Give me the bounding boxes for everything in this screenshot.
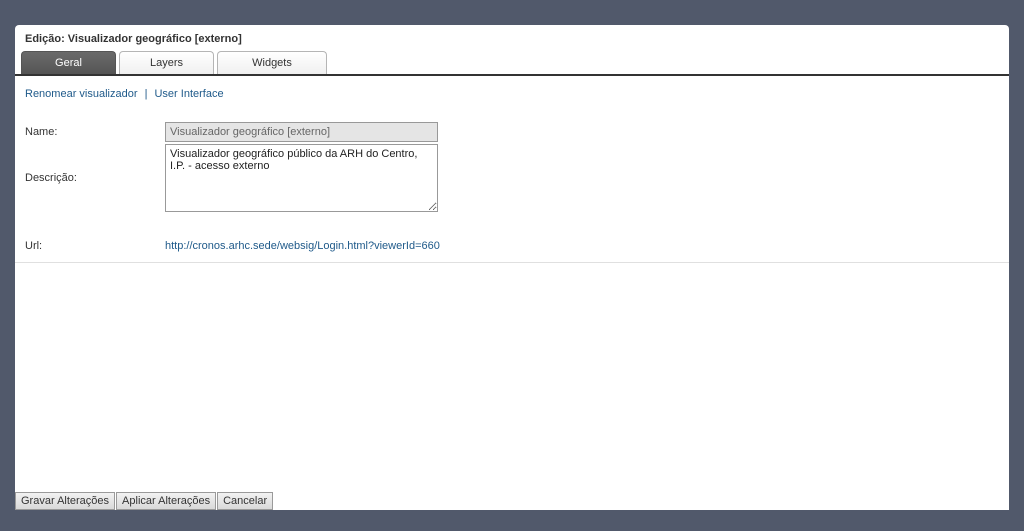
url-link[interactable]: http://cronos.arhc.sede/websig/Login.htm…	[165, 240, 440, 252]
tab-layers[interactable]: Layers	[119, 51, 214, 74]
user-interface-link[interactable]: User Interface	[154, 88, 223, 100]
cancel-button[interactable]: Cancelar	[217, 492, 273, 510]
row-name: Name:	[25, 122, 999, 142]
apply-button[interactable]: Aplicar Alterações	[116, 492, 216, 510]
description-textarea[interactable]	[165, 144, 438, 212]
edit-panel: Edição: Visualizador geográfico [externo…	[15, 25, 1009, 510]
form: Name: Descrição:	[15, 112, 1009, 222]
button-bar: Gravar Alterações Aplicar Alterações Can…	[15, 492, 273, 510]
tab-geral[interactable]: Geral	[21, 51, 116, 74]
divider	[15, 262, 1009, 263]
tab-bar: Geral Layers Widgets	[15, 51, 1009, 76]
description-label: Descrição:	[25, 144, 165, 184]
row-url: Url: http://cronos.arhc.sede/websig/Logi…	[15, 222, 1009, 262]
save-button[interactable]: Gravar Alterações	[15, 492, 115, 510]
sub-toolbar: Renomear visualizador | User Interface	[15, 76, 1009, 112]
name-input[interactable]	[165, 122, 438, 142]
rename-viewer-link[interactable]: Renomear visualizador	[25, 88, 138, 100]
tab-widgets[interactable]: Widgets	[217, 51, 327, 74]
toolbar-separator: |	[145, 88, 148, 100]
panel-title: Edição: Visualizador geográfico [externo…	[15, 25, 1009, 51]
name-label: Name:	[25, 122, 165, 138]
row-description: Descrição:	[25, 144, 999, 212]
url-label: Url:	[25, 240, 165, 252]
